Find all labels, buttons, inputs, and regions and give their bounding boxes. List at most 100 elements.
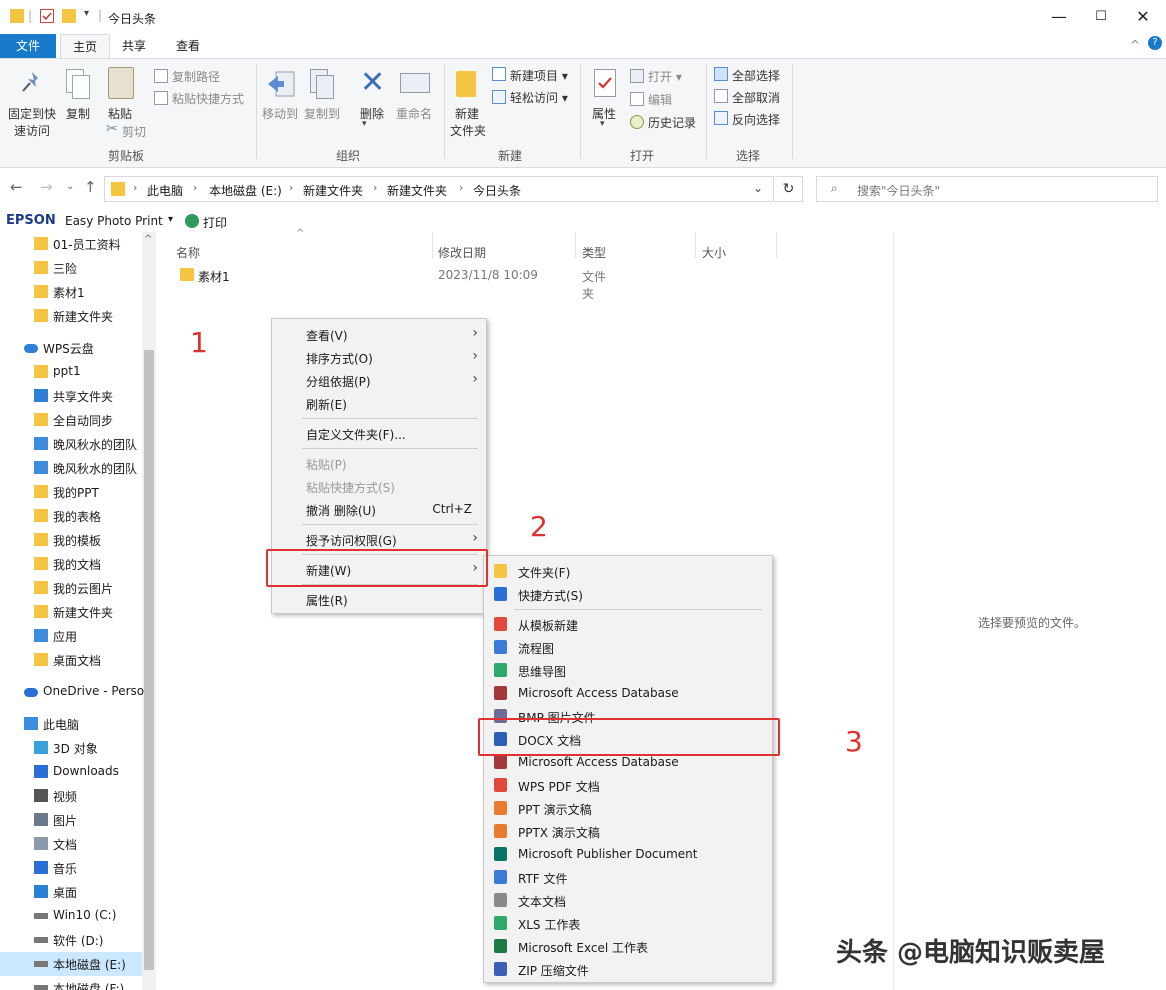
print-button[interactable]: 打印 xyxy=(203,214,227,231)
copy-path-button[interactable]: 复制路径 xyxy=(172,68,220,85)
new-submenu-item[interactable]: 文件夹(F) xyxy=(484,560,772,582)
column-header-size[interactable]: 大小 xyxy=(702,244,726,261)
new-submenu-item[interactable]: ZIP 压缩文件 xyxy=(484,958,772,980)
new-item-button[interactable]: 新建项目 ▾ xyxy=(510,67,568,84)
new-submenu-item[interactable]: 流程图 xyxy=(484,636,772,658)
sidebar-item[interactable]: 01-员工资料 xyxy=(0,232,142,256)
scroll-up-icon[interactable]: ^ xyxy=(144,234,152,245)
sidebar-item[interactable]: 软件 (D:) xyxy=(0,928,142,952)
paste-shortcut-button[interactable]: 粘贴快捷方式 xyxy=(172,90,244,107)
new-folder-button[interactable]: 新建 文件夹 xyxy=(450,105,486,139)
context-menu-item[interactable]: 查看(V) › xyxy=(272,323,486,345)
new-submenu-item[interactable]: Microsoft Access Database xyxy=(484,682,772,704)
cut-button[interactable]: 剪切 xyxy=(122,123,146,140)
sidebar-item[interactable]: 新建文件夹 xyxy=(0,304,142,328)
context-menu-item[interactable]: 撤消 删除(U) Ctrl+Z xyxy=(272,498,486,520)
up-arrow-icon[interactable]: ↑ xyxy=(84,178,97,196)
edit-button[interactable]: 编辑 xyxy=(648,91,672,108)
sidebar-item[interactable]: 我的云图片 xyxy=(0,576,142,600)
chevron-right-icon[interactable]: › xyxy=(459,181,463,194)
forward-arrow-icon[interactable]: → xyxy=(40,178,53,196)
breadcrumb-item[interactable]: 新建文件夹 xyxy=(303,182,363,199)
context-menu-item[interactable]: 授予访问权限(G) › xyxy=(272,528,486,550)
refresh-button[interactable]: ↻ xyxy=(775,176,803,202)
sidebar-item[interactable]: 三险 xyxy=(0,256,142,280)
invert-selection-button[interactable]: 反向选择 xyxy=(732,111,780,128)
sidebar-item[interactable]: 素材1 xyxy=(0,280,142,304)
sidebar-item[interactable]: 桌面 xyxy=(0,880,142,904)
nav-scrollbar-thumb[interactable] xyxy=(144,350,154,970)
sidebar-item[interactable]: 我的文档 xyxy=(0,552,142,576)
breadcrumb-item[interactable]: 此电脑 xyxy=(147,182,183,199)
column-divider[interactable] xyxy=(695,232,696,258)
select-none-button[interactable]: 全部取消 xyxy=(732,89,780,106)
context-menu-item[interactable]: 排序方式(O) › xyxy=(272,346,486,368)
paste-button[interactable]: 粘贴 xyxy=(108,105,132,122)
sidebar-item[interactable]: Downloads xyxy=(0,760,142,784)
breadcrumb-item[interactable]: 新建文件夹 xyxy=(387,182,447,199)
sidebar-item[interactable]: 音乐 xyxy=(0,856,142,880)
navigation-pane[interactable]: ^ 01-员工资料 三险 素材1 新建文件夹 WPS云盘 ppt1 共享文件夹 全自动同步 晚风… xyxy=(0,232,156,990)
new-submenu-item[interactable]: 从模板新建 xyxy=(484,613,772,635)
back-arrow-icon[interactable]: ← xyxy=(10,178,23,196)
sidebar-item[interactable]: 我的PPT xyxy=(0,480,142,504)
context-menu-item[interactable]: 自定义文件夹(F)... xyxy=(272,422,486,444)
sidebar-item[interactable]: 3D 对象 xyxy=(0,736,142,760)
move-to-button[interactable]: 移动到 xyxy=(262,105,298,122)
pin-to-quick-access-button[interactable]: 固定到快 速访问 xyxy=(8,105,56,139)
rename-button[interactable]: 重命名 xyxy=(396,105,432,122)
copy-to-button[interactable]: 复制到 xyxy=(304,105,340,122)
sidebar-item[interactable]: 晚风秋水的团队 xyxy=(0,432,142,456)
chevron-right-icon[interactable]: › xyxy=(133,181,137,194)
sidebar-item[interactable]: 应用 xyxy=(0,624,142,648)
tab-share[interactable]: 共享 xyxy=(110,34,158,58)
new-submenu-item[interactable]: Microsoft Publisher Document xyxy=(484,843,772,865)
sidebar-item[interactable]: 全自动同步 xyxy=(0,408,142,432)
copy-button[interactable]: 复制 xyxy=(66,105,90,122)
sidebar-item[interactable]: 文档 xyxy=(0,832,142,856)
new-folder-quick-icon[interactable] xyxy=(62,9,76,23)
minimize-button[interactable]: — xyxy=(1036,4,1082,30)
properties-dropdown-icon[interactable]: ▾ xyxy=(600,119,605,129)
sidebar-item[interactable]: 晚风秋水的团队 xyxy=(0,456,142,480)
history-button[interactable]: 历史记录 xyxy=(648,114,696,131)
new-submenu-item[interactable]: 快捷方式(S) xyxy=(484,583,772,605)
dropdown-icon[interactable]: ▾ xyxy=(168,214,173,225)
sidebar-item[interactable]: 本地磁盘 (F:) xyxy=(0,976,142,990)
sidebar-item[interactable]: 新建文件夹 xyxy=(0,600,142,624)
preview-pane-divider[interactable] xyxy=(893,232,894,990)
sidebar-item[interactable]: 本地磁盘 (E:) xyxy=(0,952,142,976)
sidebar-item[interactable]: OneDrive - Perso xyxy=(0,680,144,704)
address-dropdown-icon[interactable]: ⌄ xyxy=(753,181,763,195)
help-icon[interactable]: ? xyxy=(1148,36,1162,50)
search-input[interactable]: ⌕ 搜索"今日头条" xyxy=(816,176,1158,202)
easy-access-button[interactable]: 轻松访问 ▾ xyxy=(510,89,568,106)
context-menu-item[interactable]: 刷新(E) xyxy=(272,392,486,414)
column-divider[interactable] xyxy=(575,232,576,258)
column-header-name[interactable]: 名称 xyxy=(176,244,200,261)
open-button[interactable]: 打开 ▾ xyxy=(648,68,682,85)
sidebar-item[interactable]: 我的表格 xyxy=(0,504,142,528)
new-submenu-item[interactable]: XLS 工作表 xyxy=(484,912,772,934)
chevron-right-icon[interactable]: › xyxy=(289,181,293,194)
select-all-button[interactable]: 全部选择 xyxy=(732,67,780,84)
new-submenu[interactable]: 文件夹(F) 快捷方式(S) 从模板新建 流程图 思维导图 Microsoft Acces… xyxy=(483,555,773,983)
context-menu-item[interactable]: 分组依据(P) › xyxy=(272,369,486,391)
new-submenu-item[interactable]: Microsoft Excel 工作表 xyxy=(484,935,772,957)
new-submenu-item[interactable]: 思维导图 xyxy=(484,659,772,681)
column-divider[interactable] xyxy=(776,232,777,258)
quick-access-dropdown-icon[interactable]: ▾ xyxy=(84,8,89,19)
tab-file[interactable]: 文件 xyxy=(0,34,56,58)
table-row[interactable]: 素材1 2023/11/8 10:09 文件夹 xyxy=(170,262,610,301)
tab-view[interactable]: 查看 xyxy=(164,34,212,58)
breadcrumb-item[interactable]: 今日头条 xyxy=(473,182,521,199)
sidebar-item[interactable]: 图片 xyxy=(0,808,142,832)
new-submenu-item[interactable]: PPTX 演示文稿 xyxy=(484,820,772,842)
sidebar-item[interactable]: 我的模板 xyxy=(0,528,142,552)
new-submenu-item[interactable]: RTF 文件 xyxy=(484,866,772,888)
breadcrumb-item[interactable]: 本地磁盘 (E:) xyxy=(209,182,282,199)
sidebar-item[interactable]: 此电脑 xyxy=(0,712,142,736)
collapse-ribbon-icon[interactable]: ^ xyxy=(1130,38,1140,52)
close-button[interactable]: ✕ xyxy=(1120,4,1166,30)
column-header-date[interactable]: 修改日期 xyxy=(438,244,486,261)
